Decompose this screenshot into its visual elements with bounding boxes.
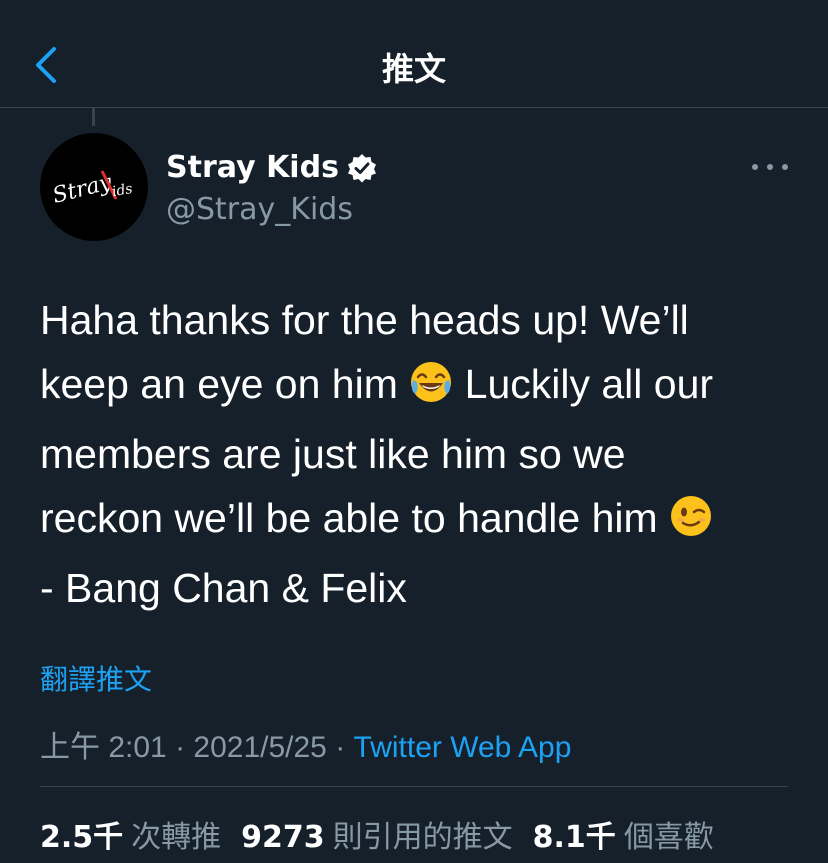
face-with-tears-of-joy-icon (409, 358, 453, 422)
dot-icon (782, 164, 788, 170)
author-handle[interactable]: @Stray_Kids (166, 192, 353, 227)
tweet-line: - Bang Chan & Felix (40, 565, 407, 611)
tweet-metadata: 上午 2:01 · 2021/5/25 · Twitter Web App (40, 722, 571, 766)
tweet-detail-page: 推文 Stray ids Stray Kids @Stray_Kids Haha… (0, 0, 828, 863)
author-display-name[interactable]: Stray Kids (166, 150, 377, 185)
likes-count: 8.1千 (532, 820, 616, 855)
stray-kids-logo-icon: Stray ids (50, 170, 134, 209)
quote-tweets-stat[interactable]: 9273 則引用的推文 (241, 812, 513, 856)
retweets-label: 次轉推 (131, 820, 222, 855)
source-app-link[interactable]: Twitter Web App (354, 731, 572, 764)
more-options-button[interactable] (752, 155, 788, 179)
avatar[interactable]: Stray ids (40, 133, 148, 241)
quotes-label: 則引用的推文 (332, 820, 513, 855)
tweet-date[interactable]: 2021/5/25 (193, 731, 326, 764)
likes-stat[interactable]: 8.1千 個喜歡 (533, 812, 714, 856)
tweet-line: keep an eye on him Luckily all our (40, 352, 800, 422)
page-title: 推文 (381, 50, 446, 88)
winking-face-icon (669, 492, 713, 556)
tweet-time[interactable]: 上午 2:01 (40, 731, 167, 764)
dot-icon (767, 164, 773, 170)
tweet-line: Haha thanks for the heads up! We’ll (40, 297, 689, 343)
display-name-text: Stray Kids (166, 150, 339, 185)
likes-label: 個喜歡 (623, 820, 714, 855)
retweets-count: 2.5千 (40, 820, 124, 855)
retweets-stat[interactable]: 2.5千 次轉推 (40, 812, 221, 856)
divider (40, 786, 788, 787)
engagement-stats: 2.5千 次轉推 9273 則引用的推文 8.1千 個喜歡 (40, 812, 714, 856)
tweet-line: members are just like him so we (40, 431, 626, 477)
svg-text:ids: ids (111, 181, 134, 200)
verified-badge-icon (347, 153, 377, 183)
quotes-count: 9273 (241, 820, 325, 855)
separator-dot: · (166, 731, 194, 764)
tweet-body: Haha thanks for the heads up! We’ll keep… (40, 288, 800, 620)
translate-tweet-link[interactable]: 翻譯推文 (40, 658, 152, 698)
tweet-line: reckon we’ll be able to handle him (40, 486, 800, 556)
dot-icon (752, 164, 758, 170)
top-nav-bar: 推文 (0, 0, 828, 108)
thread-connector-line (92, 108, 95, 126)
separator-dot: · (326, 731, 354, 764)
